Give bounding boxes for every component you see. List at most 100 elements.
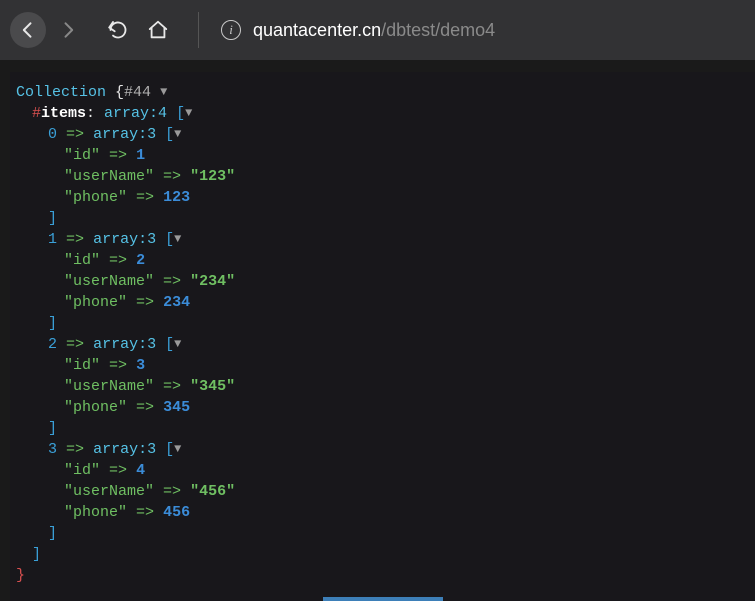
field-line: "id" => 4 <box>16 460 749 481</box>
url-path: /dbtest/demo4 <box>381 20 495 40</box>
home-icon <box>147 19 169 41</box>
url-bar[interactable]: i quantacenter.cn/dbtest/demo4 <box>203 0 745 60</box>
record-index: 2 <box>48 336 57 353</box>
field-value: "234" <box>190 273 235 290</box>
close-bracket: ] <box>32 546 41 563</box>
record-index: 0 <box>48 126 57 143</box>
record-array-label: array:3 <box>93 441 156 458</box>
field-key: "phone" <box>64 504 127 521</box>
field-value: 234 <box>163 294 190 311</box>
field-value: 3 <box>136 357 145 374</box>
record-array-label: array:3 <box>93 336 156 353</box>
field-key: "userName" <box>64 483 154 500</box>
record-close-line: ] <box>16 523 749 544</box>
var-dump-output: Collection {#44 ▼#items: array:4 [▼0 => … <box>10 72 755 601</box>
field-value: "456" <box>190 483 235 500</box>
arrow-icon: => <box>163 273 181 290</box>
arrow-icon: => <box>136 189 154 206</box>
arrow-left-icon <box>18 20 38 40</box>
record-index: 1 <box>48 231 57 248</box>
forward-button[interactable] <box>50 12 86 48</box>
page-content: Collection {#44 ▼#items: array:4 [▼0 => … <box>10 72 755 601</box>
browser-toolbar: i quantacenter.cn/dbtest/demo4 <box>0 0 755 60</box>
field-value: 123 <box>163 189 190 206</box>
back-button[interactable] <box>10 12 46 48</box>
dump-class-name: Collection <box>16 84 106 101</box>
field-line: "userName" => "234" <box>16 271 749 292</box>
close-bracket: ] <box>48 315 57 332</box>
dump-header-line: Collection {#44 ▼ <box>16 82 749 103</box>
field-line: "userName" => "123" <box>16 166 749 187</box>
close-bracket: ] <box>48 420 57 437</box>
object-id: #44 <box>124 84 151 101</box>
arrow-icon: => <box>136 504 154 521</box>
record-header-line: 0 => array:3 [▼ <box>16 124 749 145</box>
field-line: "phone" => 234 <box>16 292 749 313</box>
field-value: 456 <box>163 504 190 521</box>
record-close-line: ] <box>16 313 749 334</box>
field-key: "userName" <box>64 168 154 185</box>
arrow-icon: => <box>136 399 154 416</box>
collapse-toggle-icon[interactable]: ▼ <box>185 103 192 124</box>
items-array-label: array:4 <box>104 105 167 122</box>
scrollbar-horizontal[interactable] <box>323 597 443 601</box>
toolbar-separator <box>198 12 199 48</box>
collapse-toggle-icon[interactable]: ▼ <box>174 124 181 145</box>
field-key: "phone" <box>64 294 127 311</box>
field-key: "id" <box>64 147 100 164</box>
field-value: 2 <box>136 252 145 269</box>
arrow-icon: => <box>109 252 127 269</box>
url-text: quantacenter.cn/dbtest/demo4 <box>253 20 495 41</box>
record-header-line: 1 => array:3 [▼ <box>16 229 749 250</box>
arrow-icon: => <box>66 441 84 458</box>
reload-icon <box>108 20 128 40</box>
close-brace: } <box>16 567 25 584</box>
field-line: "userName" => "345" <box>16 376 749 397</box>
arrow-icon: => <box>66 231 84 248</box>
open-brace: { <box>115 84 124 101</box>
close-bracket: ] <box>48 525 57 542</box>
arrow-icon: => <box>66 336 84 353</box>
field-key: "id" <box>64 357 100 374</box>
field-line: "userName" => "456" <box>16 481 749 502</box>
arrow-icon: => <box>109 462 127 479</box>
collapse-toggle-icon[interactable]: ▼ <box>160 82 167 103</box>
field-line: "phone" => 456 <box>16 502 749 523</box>
field-value: "345" <box>190 378 235 395</box>
home-button[interactable] <box>140 12 176 48</box>
field-key: "id" <box>64 462 100 479</box>
items-close-line: ] <box>16 544 749 565</box>
collapse-toggle-icon[interactable]: ▼ <box>174 439 181 460</box>
field-line: "phone" => 123 <box>16 187 749 208</box>
arrow-icon: => <box>136 294 154 311</box>
record-array-label: array:3 <box>93 126 156 143</box>
field-value: 1 <box>136 147 145 164</box>
site-info-icon[interactable]: i <box>221 20 241 40</box>
record-header-line: 2 => array:3 [▼ <box>16 334 749 355</box>
arrow-icon: => <box>163 378 181 395</box>
arrow-icon: => <box>109 357 127 374</box>
arrow-icon: => <box>163 483 181 500</box>
dump-close-line: } <box>16 565 749 586</box>
record-array-label: array:3 <box>93 231 156 248</box>
field-key: "phone" <box>64 189 127 206</box>
close-bracket: ] <box>48 210 57 227</box>
record-close-line: ] <box>16 208 749 229</box>
arrow-icon: => <box>109 147 127 164</box>
field-line: "id" => 2 <box>16 250 749 271</box>
items-property: items <box>41 105 86 122</box>
collapse-toggle-icon[interactable]: ▼ <box>174 334 181 355</box>
arrow-icon: => <box>163 168 181 185</box>
arrow-right-icon <box>58 20 78 40</box>
arrow-icon: => <box>66 126 84 143</box>
items-header-line: #items: array:4 [▼ <box>16 103 749 124</box>
field-value: "123" <box>190 168 235 185</box>
field-key: "id" <box>64 252 100 269</box>
reload-button[interactable] <box>100 12 136 48</box>
field-key: "userName" <box>64 378 154 395</box>
field-key: "phone" <box>64 399 127 416</box>
field-line: "phone" => 345 <box>16 397 749 418</box>
collapse-toggle-icon[interactable]: ▼ <box>174 229 181 250</box>
field-key: "userName" <box>64 273 154 290</box>
field-value: 4 <box>136 462 145 479</box>
